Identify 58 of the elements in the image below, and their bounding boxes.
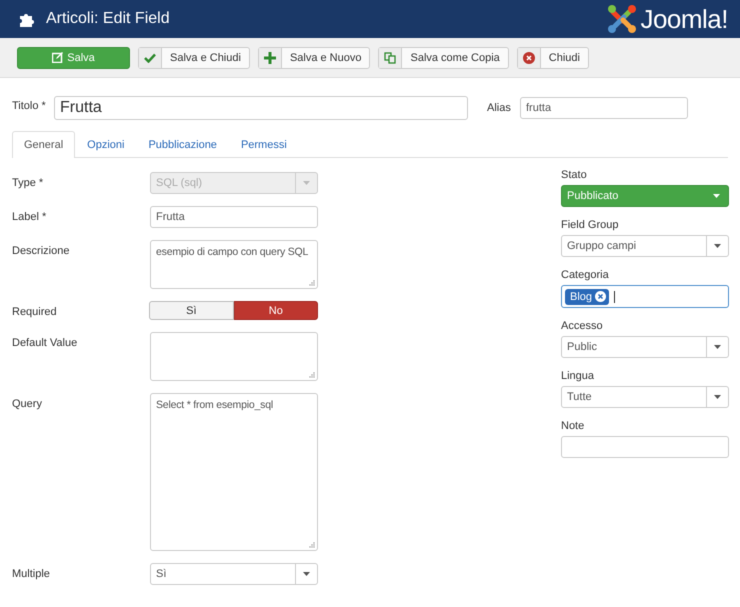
select-field[interactable]: Tutte <box>561 386 729 408</box>
field-label: Note <box>561 420 586 432</box>
alias-field[interactable]: frutta <box>520 97 688 119</box>
field-label: Alias <box>487 102 512 114</box>
select-field[interactable]: Sì <box>150 563 318 585</box>
textarea-field[interactable] <box>150 332 318 381</box>
field-label: Accesso <box>561 320 604 332</box>
title-field[interactable]: Frutta <box>54 96 468 120</box>
text-field[interactable] <box>561 436 729 458</box>
plus-icon <box>264 52 276 64</box>
check-icon <box>144 52 156 62</box>
remove-icon[interactable] <box>595 291 606 302</box>
field-label: Multiple <box>12 567 51 580</box>
toolbar-button[interactable]: Salva e Chiudi <box>138 46 250 68</box>
field-label: Required <box>12 305 58 318</box>
toggle-option[interactable]: Sì <box>149 301 234 320</box>
caret-icon <box>714 244 721 248</box>
toolbar-button[interactable]: Chiudi <box>516 46 589 68</box>
edit-icon <box>52 52 64 63</box>
toggle-option[interactable]: No <box>234 301 318 320</box>
field-label: Stato <box>561 169 588 181</box>
copy-icon <box>384 52 396 64</box>
text-field[interactable]: Frutta <box>150 206 318 228</box>
page-title: Articoli: Edit Field <box>46 10 170 28</box>
field-label: Type * <box>12 176 44 189</box>
tab[interactable]: Pubblicazione <box>136 131 229 157</box>
field-label: Query <box>12 397 43 410</box>
field-label: Titolo * <box>12 100 47 112</box>
caret-icon <box>714 345 721 349</box>
field-label: Field Group <box>561 219 620 231</box>
resize-grip-icon <box>309 542 315 548</box>
caret-icon <box>713 194 720 198</box>
puzzle-icon <box>18 11 36 27</box>
textarea-field[interactable]: Select * from esempio_sql <box>150 393 318 551</box>
textarea-field[interactable]: esempio di campo con query SQL <box>150 240 318 289</box>
tags-field[interactable]: Blog <box>561 285 729 308</box>
tab[interactable]: Opzioni <box>75 131 136 157</box>
logo-text: Joomla! <box>640 4 728 34</box>
resize-grip-icon <box>309 372 315 378</box>
field-label: Lingua <box>561 370 596 382</box>
caret-icon <box>714 395 721 399</box>
select-field[interactable]: Public <box>561 336 729 358</box>
toolbar-button[interactable]: Salva come Copia <box>378 46 509 68</box>
tab[interactable]: General <box>12 131 76 158</box>
text-cursor <box>614 290 616 302</box>
caret-icon <box>303 181 310 185</box>
close-icon <box>522 52 535 64</box>
tag-chip[interactable]: Blog <box>565 288 610 304</box>
field-label: Descrizione <box>12 244 70 257</box>
tab[interactable]: Permessi <box>228 131 299 157</box>
toolbar-button[interactable]: Salva e Nuovo <box>258 46 370 68</box>
select-field[interactable]: Gruppo campi <box>561 235 729 257</box>
field-label: Default Value <box>12 336 78 349</box>
logo-icon <box>607 4 638 34</box>
field-label: Categoria <box>561 269 610 281</box>
caret-icon <box>303 572 310 576</box>
field-label: Label * <box>12 210 48 223</box>
resize-grip-icon <box>309 280 315 286</box>
